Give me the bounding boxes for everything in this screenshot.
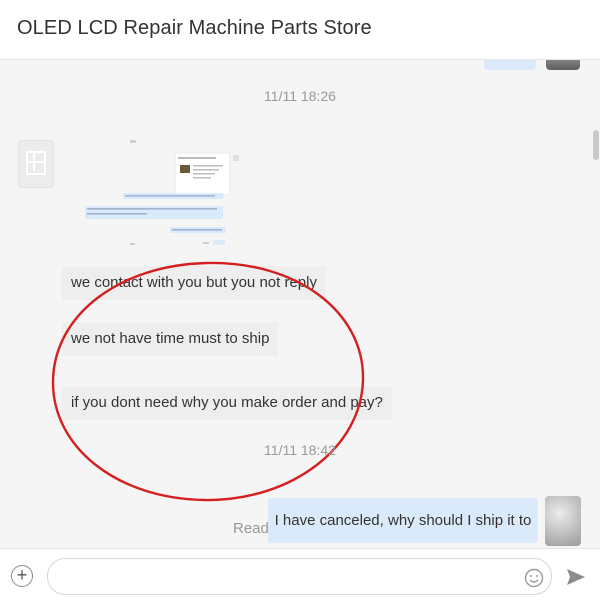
send-arrow-icon[interactable]	[565, 567, 587, 587]
previous-my-avatar	[546, 60, 580, 70]
shop-message: we not have time must to ship	[62, 322, 279, 356]
store-icon	[26, 151, 46, 175]
previous-my-message-bubble	[484, 60, 536, 70]
message-list[interactable]: 11/11 18:26 we contact with you but you …	[0, 60, 600, 548]
read-status: Read	[233, 520, 269, 537]
message-input[interactable]	[47, 558, 552, 595]
timestamp: 11/11 18:26	[264, 88, 336, 104]
smiley-icon[interactable]	[524, 568, 544, 588]
chat-screenshot-image[interactable]	[75, 135, 250, 260]
chat-header: OLED LCD Repair Machine Parts Store	[0, 0, 600, 60]
scrollbar-thumb[interactable]	[593, 130, 599, 160]
my-message: I have canceled, why should I ship it to…	[268, 498, 538, 543]
my-avatar[interactable]	[545, 496, 581, 546]
shop-message: we contact with you but you not reply	[62, 266, 326, 300]
plus-icon[interactable]: +	[11, 565, 33, 587]
chat-scrollbar[interactable]	[592, 60, 600, 548]
shop-avatar[interactable]	[18, 140, 54, 188]
shop-message: if you dont need why you make order and …	[62, 386, 392, 420]
composer-bar: +	[0, 548, 600, 600]
store-title: OLED LCD Repair Machine Parts Store	[17, 17, 372, 39]
timestamp: 11/11 18:42	[264, 442, 336, 458]
